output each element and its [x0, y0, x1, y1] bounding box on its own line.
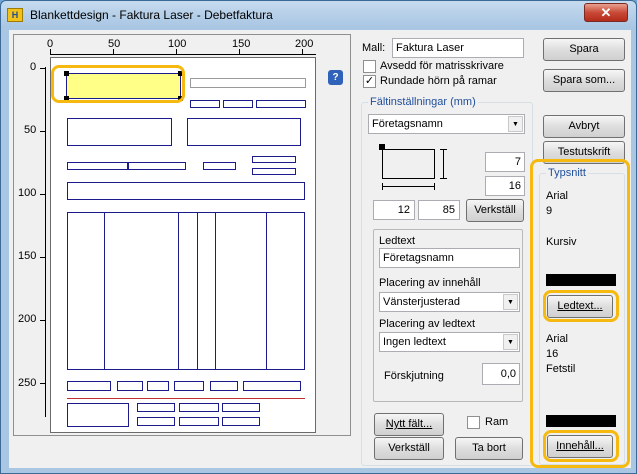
divider-line: [67, 398, 305, 399]
form-field[interactable]: [203, 162, 236, 170]
left-ruler: 0 50 100 150 200 250: [14, 57, 46, 417]
delete-button[interactable]: Ta bort: [455, 437, 523, 460]
form-field[interactable]: [179, 417, 219, 426]
frame-checkbox[interactable]: [467, 416, 480, 429]
form-field[interactable]: [187, 118, 301, 146]
left-ruler-tick: 50: [24, 124, 37, 136]
form-field[interactable]: [243, 381, 301, 391]
form-field[interactable]: [190, 78, 306, 88]
x-position-input[interactable]: 12: [373, 200, 415, 220]
field-settings-title: Fältinställningar (mm): [368, 96, 478, 108]
matrix-printer-checkbox[interactable]: [363, 60, 376, 73]
offset-input[interactable]: 0,0: [482, 363, 520, 385]
left-ruler-tick: 150: [18, 250, 37, 262]
app-window: H Blankettdesign - Faktura Laser - Debet…: [0, 0, 637, 474]
apply-position-button[interactable]: Verkställ: [466, 199, 524, 222]
form-field[interactable]: [256, 100, 306, 108]
form-field[interactable]: [137, 403, 175, 412]
content-placement-select[interactable]: Vänsterjusterad ▼: [379, 292, 520, 312]
content-placement-value: Vänsterjusterad: [383, 296, 461, 308]
template-input[interactable]: Faktura Laser: [392, 38, 524, 58]
rounded-corners-label: Rundade hörn på ramar: [380, 75, 497, 87]
lead-font-size: 9: [546, 205, 553, 217]
form-field[interactable]: [67, 381, 111, 391]
chevron-down-icon: ▼: [508, 116, 523, 132]
form-field[interactable]: [222, 403, 260, 412]
left-ruler-tick: 0: [30, 61, 37, 73]
form-field[interactable]: [117, 381, 143, 391]
chevron-down-icon: ▼: [503, 334, 518, 350]
top-ruler: 0 50 100 150 200: [47, 38, 318, 55]
form-field[interactable]: [67, 182, 305, 200]
window-title: Blankettdesign - Faktura Laser - Debetfa…: [30, 8, 273, 22]
dialog-client: 0 50 100 150 200 0 50 100 150 200 250 ? …: [9, 30, 631, 468]
title-bar[interactable]: H Blankettdesign - Faktura Laser - Debet…: [1, 1, 636, 29]
form-app-icon: H: [7, 8, 23, 22]
apply-button[interactable]: Verkställ: [374, 437, 444, 460]
form-field[interactable]: [128, 162, 186, 170]
content-font-color-swatch[interactable]: [546, 415, 616, 427]
close-button[interactable]: ✕: [584, 3, 628, 22]
leadtext-placement-label: Placering av ledtext: [379, 318, 475, 330]
field-select[interactable]: Företagsnamn ▼: [368, 114, 525, 134]
left-ruler-tick: 200: [18, 313, 37, 325]
lead-font-style: Kursiv: [546, 236, 577, 248]
left-ruler-tick: 100: [18, 187, 37, 199]
form-field[interactable]: [223, 100, 253, 108]
width-input[interactable]: 16: [485, 176, 525, 196]
frame-label: Ram: [485, 416, 509, 428]
y-position-input[interactable]: 85: [418, 200, 460, 220]
form-field[interactable]: [190, 100, 220, 108]
lead-font-color-swatch[interactable]: [546, 274, 616, 286]
form-field[interactable]: [252, 156, 296, 163]
leadtext-label: Ledtext: [379, 235, 416, 247]
leadtext-placement-select[interactable]: Ingen ledtext ▼: [379, 332, 520, 352]
left-ruler-scale: [40, 67, 46, 417]
form-field[interactable]: [179, 403, 219, 412]
form-field[interactable]: [222, 417, 260, 426]
invoice-page[interactable]: [50, 57, 316, 433]
form-field[interactable]: [174, 381, 204, 391]
top-ruler-scale: [50, 49, 316, 55]
leadtext-placement-value: Ingen ledtext: [383, 336, 446, 348]
content-font-button-highlight: [543, 430, 619, 462]
form-field[interactable]: [252, 168, 296, 175]
lead-font-name: Arial: [546, 190, 569, 202]
form-field[interactable]: [147, 381, 169, 391]
content-font-style: Fetstil: [546, 363, 576, 375]
matrix-printer-label: Avsedd för matrisskrivare: [380, 60, 504, 72]
content-placement-label: Placering av innehåll: [379, 277, 481, 289]
form-field[interactable]: [67, 162, 128, 170]
form-field[interactable]: [137, 417, 175, 426]
cancel-button[interactable]: Avbryt: [543, 115, 625, 138]
rounded-corners-checkbox[interactable]: ✓: [363, 75, 376, 88]
leadtext-input[interactable]: Företagsnamn: [379, 248, 520, 268]
left-ruler-tick: 250: [18, 377, 37, 389]
form-field[interactable]: [210, 381, 238, 391]
new-field-label: Nytt fält...: [385, 418, 433, 430]
height-input[interactable]: 7: [485, 152, 525, 172]
size-diagram-icon: [379, 144, 447, 190]
content-font-size: 16: [546, 348, 559, 360]
offset-label: Förskjutning: [384, 370, 444, 382]
field-select-value: Företagsnamn: [372, 118, 443, 130]
form-field[interactable]: [67, 403, 129, 427]
save-button[interactable]: Spara: [543, 38, 625, 61]
form-field[interactable]: [67, 118, 172, 146]
content-font-name: Arial: [546, 333, 569, 345]
help-icon[interactable]: ?: [328, 70, 343, 85]
new-field-button[interactable]: Nytt fält...: [374, 413, 444, 436]
selected-field-highlight: [51, 65, 185, 103]
chevron-down-icon: ▼: [503, 294, 518, 310]
template-label: Mall:: [362, 42, 386, 54]
items-table[interactable]: [67, 212, 305, 370]
save-as-button[interactable]: Spara som...: [543, 69, 625, 92]
lead-font-button-highlight: [543, 290, 619, 322]
